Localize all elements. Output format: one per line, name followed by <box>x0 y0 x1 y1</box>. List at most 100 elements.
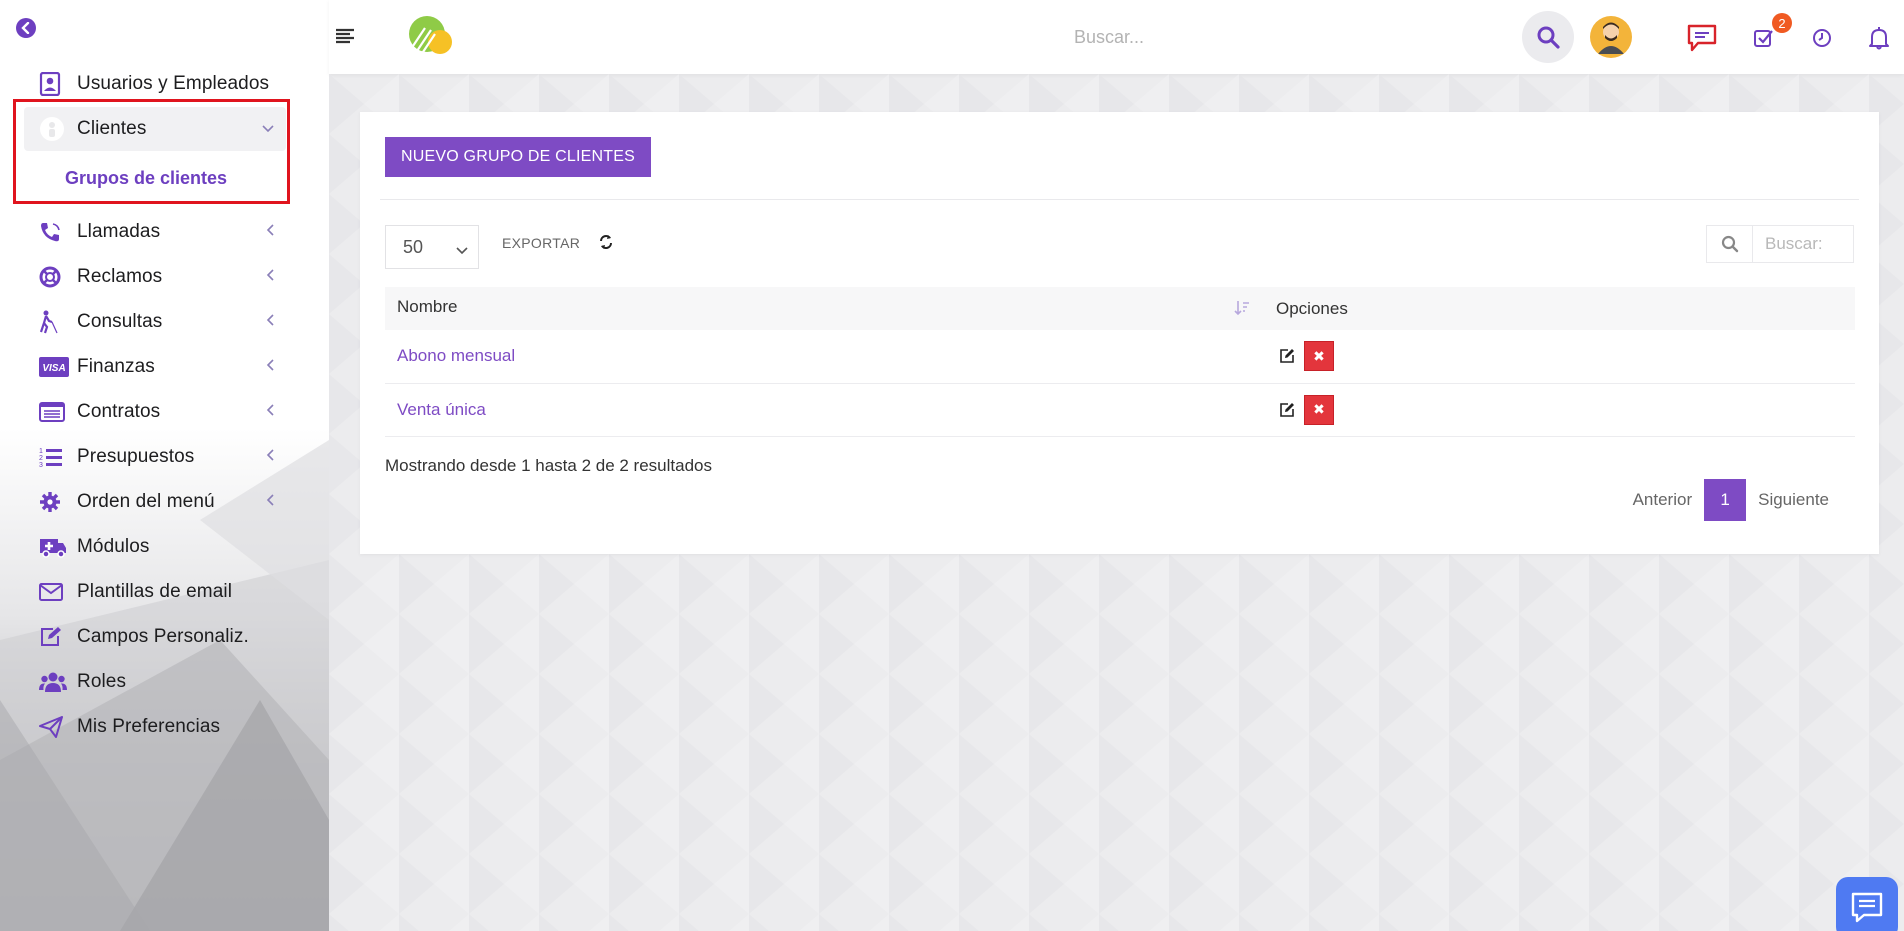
delete-button[interactable]: ✖ <box>1304 394 1334 425</box>
checkbox-icon <box>1754 30 1773 47</box>
sidebar-item-preferencias[interactable]: Mis Preferencias <box>24 705 286 749</box>
sidebar-item-llamadas[interactable]: Llamadas <box>24 210 286 254</box>
new-client-group-button[interactable]: NUEVO GRUPO DE CLIENTES <box>385 137 651 177</box>
table-search-icon <box>1706 225 1753 263</box>
sidebar-item-usuarios[interactable]: Usuarios y Empleados <box>24 62 286 106</box>
sidebar-item-label: Consultas <box>77 311 163 332</box>
chevron-left-icon <box>266 358 274 376</box>
sidebar-item-reclamos[interactable]: Reclamos <box>24 255 286 299</box>
paper-plane-icon <box>39 714 77 740</box>
export-button[interactable]: EXPORTAR <box>502 235 580 251</box>
sidebar-item-consultas[interactable]: Consultas <box>24 300 286 344</box>
collapse-sidebar-button[interactable] <box>16 18 36 38</box>
table-search-input[interactable] <box>1753 225 1854 263</box>
notification-badge: 2 <box>1772 13 1792 33</box>
client-groups-panel: NUEVO GRUPO DE CLIENTES 50 EXPORTAR Nomb… <box>360 112 1879 554</box>
logo[interactable] <box>403 14 455 63</box>
table-row: Abono mensual ✖ <box>385 330 1855 384</box>
sidebar-subitem-grupos[interactable]: Grupos de clientes <box>65 168 227 189</box>
table-header-row: Nombre Opciones <box>385 287 1855 330</box>
sidebar-item-contratos[interactable]: Contratos <box>24 390 286 434</box>
sidebar: Usuarios y Empleados Clientes Grupos de … <box>0 0 329 931</box>
chevron-left-icon <box>266 313 274 331</box>
sidebar-item-roles[interactable]: Roles <box>24 660 286 704</box>
page-length-select[interactable]: 50 <box>385 225 479 269</box>
close-icon: ✖ <box>1313 401 1325 417</box>
pagination: Anterior 1 Siguiente <box>1621 479 1841 521</box>
sidebar-item-orden-menu[interactable]: Orden del menú <box>24 480 286 524</box>
chevron-left-icon <box>21 22 30 34</box>
chat-icon <box>1851 892 1883 923</box>
hamburger-menu-icon[interactable] <box>334 27 356 45</box>
users-icon <box>39 669 77 695</box>
contract-list-icon <box>39 399 77 425</box>
svg-text:3: 3 <box>39 462 43 468</box>
chat-bubble-icon <box>1687 24 1717 52</box>
sidebar-item-label: Clientes <box>77 118 147 139</box>
sidebar-item-label: Módulos <box>77 536 150 557</box>
notifications-button[interactable] <box>1867 25 1891 51</box>
chevron-left-icon <box>266 493 274 511</box>
sidebar-item-label: Finanzas <box>77 356 155 377</box>
sidebar-item-modulos[interactable]: Módulos <box>24 525 286 569</box>
sidebar-item-presupuestos[interactable]: 123 Presupuestos <box>24 435 286 479</box>
envelope-icon <box>39 579 77 605</box>
blind-person-icon <box>39 309 77 335</box>
sidebar-item-clientes[interactable]: Clientes <box>24 107 286 151</box>
sidebar-item-label: Contratos <box>77 401 161 422</box>
chevron-down-icon <box>262 120 274 138</box>
close-icon: ✖ <box>1313 347 1325 364</box>
phone-icon <box>39 219 77 245</box>
avatar[interactable] <box>1590 16 1632 58</box>
client-icon <box>39 116 77 142</box>
table-row: Venta única ✖ <box>385 383 1855 437</box>
sidebar-item-label: Mis Preferencias <box>77 716 221 737</box>
edit-icon[interactable] <box>1276 399 1298 421</box>
gear-icon <box>39 489 77 515</box>
refresh-icon[interactable] <box>599 234 613 255</box>
sidebar-item-finanzas[interactable]: VISA Finanzas <box>24 345 286 389</box>
chat-messages-button[interactable] <box>1685 22 1719 54</box>
sidebar-item-label: Campos Personaliz. <box>77 626 249 647</box>
column-header-opciones: Opciones <box>1264 287 1855 330</box>
lifebuoy-icon <box>39 264 77 290</box>
sidebar-item-label: Presupuestos <box>77 446 195 467</box>
sidebar-item-campos[interactable]: Campos Personaliz. <box>24 615 286 659</box>
client-groups-table: Nombre Opciones Abono mensual ✖ Venta ún… <box>385 287 1855 437</box>
bell-icon <box>1869 27 1889 50</box>
edit-icon[interactable] <box>1276 345 1298 367</box>
client-group-link[interactable]: Venta única <box>397 400 486 419</box>
sort-descending-icon[interactable] <box>1234 300 1250 321</box>
svg-text:1: 1 <box>39 448 43 455</box>
column-header-label: Nombre <box>397 296 458 316</box>
sidebar-item-label: Reclamos <box>77 266 163 287</box>
sidebar-item-label: Usuarios y Empleados <box>77 73 270 94</box>
search-button[interactable] <box>1522 11 1574 63</box>
ordered-list-icon: 123 <box>39 444 77 470</box>
pagination-previous[interactable]: Anterior <box>1621 490 1705 510</box>
delete-button[interactable]: ✖ <box>1304 341 1334 372</box>
chevron-left-icon <box>266 223 274 241</box>
topbar: 2 <box>329 0 1904 74</box>
svg-text:VISA: VISA <box>42 363 65 374</box>
history-button[interactable] <box>1811 27 1833 49</box>
chevron-left-icon <box>266 268 274 286</box>
support-chat-button[interactable] <box>1836 877 1898 931</box>
sidebar-item-label: Llamadas <box>77 221 161 242</box>
tasks-button[interactable] <box>1752 26 1776 50</box>
column-header-nombre[interactable]: Nombre <box>385 287 1264 330</box>
page-length-value: 50 <box>403 236 424 257</box>
sidebar-item-plantillas[interactable]: Plantillas de email <box>24 570 286 614</box>
pagination-next[interactable]: Siguiente <box>1746 490 1841 510</box>
global-search-input[interactable] <box>1074 22 1334 52</box>
ambulance-icon <box>39 534 77 560</box>
search-icon <box>1537 26 1560 49</box>
client-group-link[interactable]: Abono mensual <box>397 346 515 365</box>
sidebar-item-label: Plantillas de email <box>77 581 233 602</box>
divider <box>380 199 1859 200</box>
user-badge-icon <box>39 71 77 97</box>
pagination-current-page[interactable]: 1 <box>1704 479 1747 521</box>
column-header-label: Opciones <box>1276 298 1348 318</box>
chevron-left-icon <box>266 448 274 466</box>
table-info: Mostrando desde 1 hasta 2 de 2 resultado… <box>385 456 712 475</box>
